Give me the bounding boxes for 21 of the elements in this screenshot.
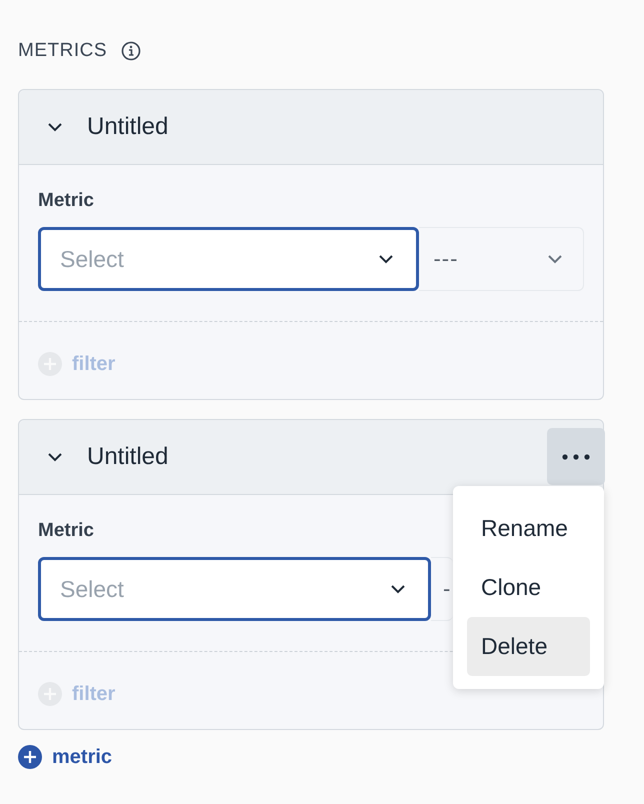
chevron-icon: [47, 452, 63, 462]
chevron-icon: [378, 254, 394, 264]
plus-icon: [18, 745, 42, 769]
chevron-icon: [47, 122, 63, 132]
menu-item[interactable]: Clone: [467, 558, 590, 617]
card-title: Untitled: [87, 443, 168, 471]
menu-item[interactable]: Delete: [467, 617, 590, 676]
more-icon: [562, 454, 590, 460]
collapse-toggle[interactable]: [47, 452, 63, 462]
field-label: Metric: [38, 190, 94, 212]
aggregate-select[interactable]: -: [431, 557, 453, 621]
section-title: METRICS: [18, 40, 107, 62]
aggregate-select[interactable]: ---: [419, 227, 584, 291]
collapse-toggle[interactable]: [47, 122, 63, 132]
chevron-icon: [390, 584, 406, 594]
info-icon: [121, 41, 141, 61]
menu-item[interactable]: Rename: [467, 499, 590, 558]
chevron-icon: [547, 254, 563, 264]
card-title: Untitled: [87, 113, 168, 141]
add-metric-button[interactable]: metric: [52, 746, 112, 768]
field-label: Metric: [38, 520, 94, 542]
